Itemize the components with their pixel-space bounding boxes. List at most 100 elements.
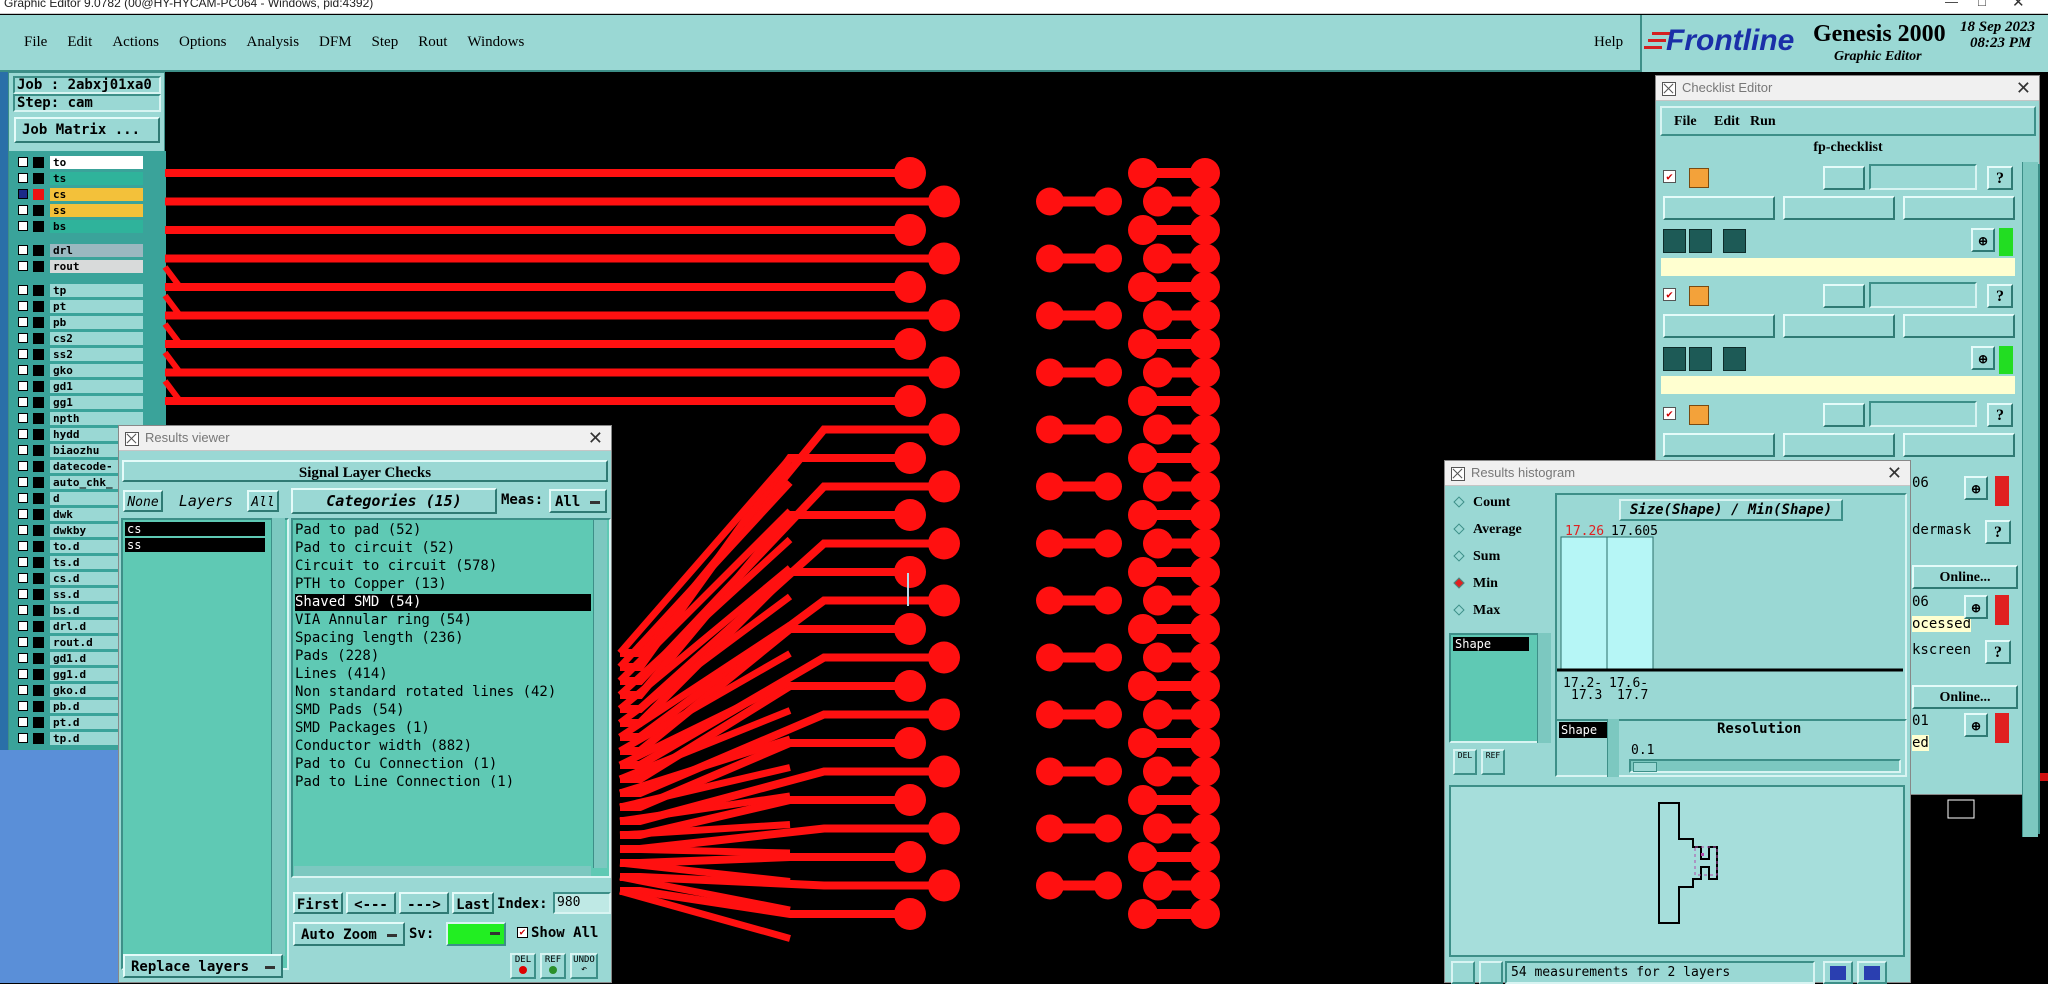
show-all-checkbox[interactable]: ✔ — [517, 927, 528, 938]
category-item[interactable]: Pad to circuit (52) — [295, 540, 591, 557]
category-item[interactable]: Non standard rotated lines (42) — [295, 684, 591, 701]
next-button[interactable]: ---> — [399, 892, 449, 914]
zoom-icon[interactable]: ⊕ — [1971, 228, 1995, 252]
online-button[interactable]: Online... — [1912, 565, 2018, 589]
rv-layers-scrollbar[interactable] — [271, 518, 285, 956]
radio-icon[interactable] — [1453, 496, 1465, 508]
close-icon[interactable]: ✕ — [2012, 0, 2025, 11]
category-item[interactable]: Spacing length (236) — [295, 630, 591, 647]
rh-resolution-slider[interactable] — [1629, 759, 1901, 773]
online-button[interactable]: Online... — [1912, 685, 2018, 709]
category-item[interactable]: SMD Pads (54) — [295, 702, 591, 719]
help-button[interactable]: ? — [1987, 284, 2013, 308]
erf-button[interactable] — [1823, 284, 1865, 308]
action-checkbox[interactable]: ✔ — [1663, 407, 1676, 420]
categories-header[interactable]: Categories (15) — [291, 488, 497, 514]
radio-icon[interactable] — [1453, 577, 1465, 589]
menu-rout[interactable]: Rout — [418, 34, 447, 50]
help-button[interactable]: ? — [1985, 640, 2011, 664]
sv-color-dropdown[interactable] — [446, 922, 506, 946]
category-item[interactable]: Shaved SMD (54) — [295, 594, 591, 611]
menu-analysis[interactable]: Analysis — [247, 34, 300, 50]
zoom-icon[interactable]: ⊕ — [1964, 595, 1988, 619]
ranges-button[interactable] — [1783, 196, 1895, 220]
online-button[interactable] — [1903, 314, 2015, 338]
ranges-button[interactable] — [1783, 314, 1895, 338]
parameters-button[interactable] — [1663, 314, 1775, 338]
undo-button[interactable]: UNDO ↶ — [570, 953, 598, 979]
ref-button[interactable]: REF — [540, 953, 566, 979]
rh-del-button[interactable]: DEL — [1453, 749, 1477, 775]
radio-icon[interactable] — [1453, 550, 1465, 562]
category-item[interactable]: Circuit to circuit (578) — [295, 558, 591, 575]
run-icon[interactable] — [1723, 229, 1746, 253]
category-item[interactable]: Pad to pad (52) — [295, 522, 591, 539]
rh-del-button-2[interactable] — [1451, 961, 1475, 984]
run-icon[interactable] — [1689, 229, 1712, 253]
rh-option-max[interactable]: Max — [1453, 601, 1549, 621]
rh-ref-button-2[interactable] — [1479, 961, 1503, 984]
help-button[interactable]: ? — [1987, 403, 2013, 427]
zoom-icon[interactable]: ⊕ — [1971, 346, 1995, 370]
close-icon[interactable]: ✕ — [2016, 76, 2031, 100]
category-item[interactable]: Pads (228) — [295, 648, 591, 665]
replace-layers-dropdown[interactable]: Replace layers — [123, 954, 283, 978]
online-button[interactable] — [1903, 196, 2015, 220]
run-icon[interactable] — [1689, 347, 1712, 371]
action-checkbox[interactable]: ✔ — [1663, 170, 1676, 183]
category-item[interactable]: Conductor width (882) — [295, 738, 591, 755]
rh-action-button-1[interactable] — [1823, 961, 1853, 984]
prev-button[interactable]: <--- — [346, 892, 396, 914]
rh-shape-scrollbar[interactable] — [1607, 719, 1619, 777]
first-button[interactable]: First — [293, 892, 343, 914]
help-button[interactable]: ? — [1987, 166, 2013, 190]
menu-step[interactable]: Step — [372, 34, 399, 50]
help-button[interactable]: ? — [1985, 520, 2011, 544]
zoom-icon[interactable]: ⊕ — [1964, 476, 1988, 500]
run-icon[interactable] — [1723, 347, 1746, 371]
rh-ref-button[interactable]: REF — [1481, 749, 1505, 775]
erf-value[interactable] — [1869, 164, 1977, 190]
category-item[interactable]: PTH to Copper (13) — [295, 576, 591, 593]
ce-menu-run[interactable]: Run — [1750, 114, 1776, 130]
histogram-bar[interactable] — [1560, 536, 1608, 670]
erf-value[interactable] — [1869, 401, 1977, 427]
menu-edit[interactable]: Edit — [67, 34, 92, 50]
rh-option-min[interactable]: Min — [1453, 574, 1549, 594]
menu-actions[interactable]: Actions — [112, 34, 159, 50]
rh-list-scrollbar[interactable] — [1537, 633, 1551, 743]
run-icon[interactable] — [1663, 229, 1686, 253]
category-item[interactable]: Pad to Cu Connection (1) — [295, 756, 591, 773]
ce-menu-edit[interactable]: Edit — [1714, 114, 1740, 130]
rh-list-item[interactable]: Shape — [1453, 637, 1529, 651]
erf-button[interactable] — [1823, 166, 1865, 190]
menu-dfm[interactable]: DFM — [319, 34, 352, 50]
rh-option-sum[interactable]: Sum — [1453, 547, 1549, 567]
category-item[interactable]: SMD Packages (1) — [295, 720, 591, 737]
rv-categories-hscroll[interactable] — [294, 866, 591, 876]
minimize-icon[interactable]: — — [1945, 0, 1958, 9]
close-icon[interactable]: ✕ — [588, 426, 603, 450]
histogram-bar[interactable] — [1606, 536, 1654, 670]
menu-options[interactable]: Options — [179, 34, 227, 50]
close-icon[interactable]: ✕ — [1887, 461, 1902, 485]
category-item[interactable]: VIA Annular ring (54) — [295, 612, 591, 629]
rh-option-average[interactable]: Average — [1453, 520, 1549, 540]
parameters-button[interactable] — [1663, 433, 1775, 457]
del-button[interactable]: DEL — [510, 953, 536, 979]
run-icon[interactable] — [1663, 347, 1686, 371]
auto-zoom-dropdown[interactable]: Auto Zoom — [293, 922, 405, 946]
radio-icon[interactable] — [1453, 604, 1465, 616]
category-item[interactable]: Pad to Line Connection (1) — [295, 774, 591, 791]
rv-layer-ss[interactable]: ss — [125, 538, 265, 552]
ce-scrollbar[interactable] — [2022, 162, 2038, 837]
rh-shape-button[interactable]: Shape — [1559, 722, 1609, 738]
rh-option-count[interactable]: Count — [1453, 493, 1549, 513]
maximize-icon[interactable]: □ — [1978, 0, 1986, 9]
rv-categories-scrollbar[interactable] — [593, 520, 607, 868]
erf-value[interactable] — [1869, 282, 1977, 308]
erf-button[interactable] — [1823, 403, 1865, 427]
action-checkbox[interactable]: ✔ — [1663, 288, 1676, 301]
online-button[interactable] — [1903, 433, 2015, 457]
rh-action-button-2[interactable] — [1857, 961, 1887, 984]
